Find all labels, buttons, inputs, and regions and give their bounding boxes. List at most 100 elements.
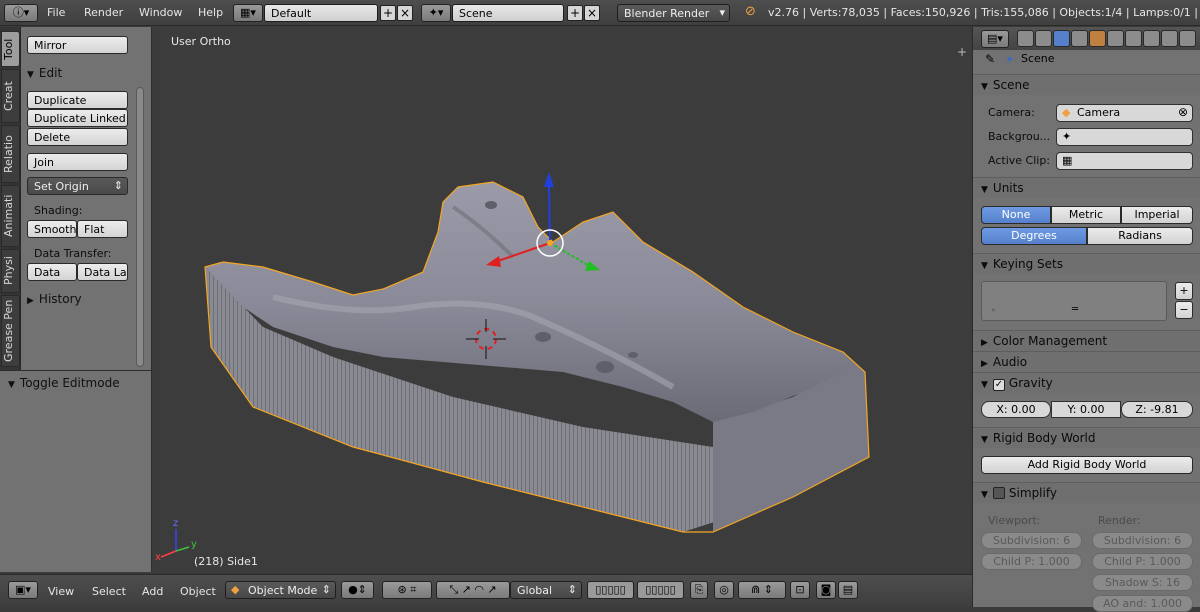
screen-layout-button[interactable]: ▦▾ (233, 4, 263, 22)
render-shadow-samples-field[interactable]: Shadow S: 16 (1092, 574, 1193, 591)
transform-orientation-select[interactable]: Global ⇕ (510, 581, 582, 599)
edit-panel-header[interactable]: ▼ Edit (27, 66, 62, 80)
active-clip-field[interactable]: ▦ (1056, 152, 1193, 170)
manipulator-buttons[interactable]: ⤡ ↗ ◠ ↗ (436, 581, 510, 599)
modifiers-context-icon[interactable] (1125, 30, 1142, 47)
viewport-shading-button[interactable]: ●⇕ (341, 581, 374, 599)
clear-camera-icon[interactable]: ⊗ (1178, 105, 1188, 119)
render-ao-field[interactable]: AO and: 1.000 (1092, 595, 1193, 612)
remove-keying-set-button[interactable]: − (1175, 301, 1193, 319)
list-resize-handle-icon[interactable]: ═ (1072, 304, 1078, 315)
layers-grid-2[interactable]: ▯▯▯▯▯ (637, 581, 684, 599)
gravity-x-field[interactable]: X: 0.00 (981, 401, 1051, 418)
remove-scene-icon[interactable]: × (584, 5, 600, 21)
menu-file[interactable]: File (47, 6, 65, 19)
scene-field[interactable]: Scene (452, 4, 564, 22)
mode-select[interactable]: ◆ Object Mode ⇕ (225, 581, 336, 599)
texture-context-icon[interactable] (1179, 30, 1196, 47)
color-management-section-header[interactable]: ▶ Color Management (973, 330, 1200, 351)
gravity-y-field[interactable]: Y: 0.00 (1051, 401, 1121, 418)
menu-add[interactable]: Add (142, 585, 163, 598)
data-transfer-button[interactable]: Data (27, 263, 77, 281)
viewport-subdivision-field[interactable]: Subdivision: 6 (981, 532, 1082, 549)
layer-lock-button[interactable]: ⎘ (690, 581, 708, 599)
snap-target-button[interactable]: ⊡ (790, 581, 810, 599)
units-imperial-option[interactable]: Imperial (1121, 206, 1193, 224)
layers-grid-1[interactable]: ▯▯▯▯▯ (587, 581, 634, 599)
add-scene-icon[interactable]: + (567, 5, 583, 21)
render-animation-button[interactable]: ▤ (838, 581, 858, 599)
world-context-icon[interactable] (1071, 30, 1088, 47)
constraints-context-icon[interactable] (1107, 30, 1124, 47)
gravity-title: Gravity (1008, 376, 1053, 390)
simplify-checkbox[interactable] (992, 487, 1005, 499)
render-engine-select[interactable]: Blender Render ▾ (617, 4, 730, 22)
render-layers-context-icon[interactable] (1035, 30, 1052, 47)
menu-window[interactable]: Window (139, 6, 182, 19)
viewport-child-particles-field[interactable]: Child P: 1.000 (981, 553, 1082, 570)
units-section-header[interactable]: ▼ Units (973, 177, 1200, 198)
tab-physics[interactable]: Physi (1, 249, 20, 293)
flat-button[interactable]: Flat (77, 220, 128, 238)
3d-viewport[interactable]: User Ortho (218) Side1 + z y x (153, 27, 971, 572)
tool-panel-scrollbar[interactable] (136, 87, 144, 367)
mirror-button[interactable]: Mirror (27, 36, 128, 54)
keying-sets-section-header[interactable]: ▼ Keying Sets (973, 253, 1200, 274)
camera-field[interactable]: ◆ Camera ⊗ (1056, 104, 1193, 122)
angle-degrees-option[interactable]: Degrees (981, 227, 1087, 245)
render-subdivision-field[interactable]: Subdivision: 6 (1092, 532, 1193, 549)
material-context-icon[interactable] (1161, 30, 1178, 47)
simplify-section-header[interactable]: ▼ Simplify (973, 482, 1200, 503)
duplicate-button[interactable]: Duplicate (27, 91, 128, 109)
tab-relations[interactable]: Relatio (1, 125, 20, 183)
keying-sets-list[interactable]: ◦ ═ (981, 281, 1167, 321)
pivot-point-button[interactable]: ⊛ ⌗ (382, 581, 432, 599)
join-button[interactable]: Join (27, 153, 128, 171)
render-context-icon[interactable] (1017, 30, 1034, 47)
tab-create[interactable]: Creat (1, 69, 20, 123)
tab-animation[interactable]: Animati (1, 185, 20, 247)
proportional-edit-button[interactable]: ◎ (714, 581, 734, 599)
pin-icon[interactable]: ✎ (985, 52, 995, 66)
menu-help[interactable]: Help (198, 6, 223, 19)
delete-button[interactable]: Delete (27, 128, 128, 146)
remove-layout-icon[interactable]: × (397, 5, 413, 21)
history-panel-header[interactable]: ▶ History (27, 292, 82, 306)
render-still-button[interactable]: ◙ (816, 581, 836, 599)
tab-grease-pencil[interactable]: Grease Pen (1, 295, 20, 367)
audio-section-header[interactable]: ▶ Audio (973, 351, 1200, 372)
angle-radians-option[interactable]: Radians (1087, 227, 1193, 245)
snap-button[interactable]: ⋒ ⇕ (738, 581, 786, 599)
scene-section-header[interactable]: ▼ Scene (973, 74, 1200, 95)
background-scene-field[interactable]: ✦ (1056, 128, 1193, 146)
editor-type-info-button[interactable]: ⓘ▾ (4, 4, 38, 22)
menu-view[interactable]: View (48, 585, 74, 598)
tab-tools[interactable]: Tool (1, 31, 20, 67)
units-none-option[interactable]: None (981, 206, 1051, 224)
list-filter-icon[interactable]: ◦ (991, 306, 996, 315)
menu-select[interactable]: Select (92, 585, 126, 598)
gravity-checkbox[interactable]: ✓ (992, 379, 1005, 391)
scene-context-icon[interactable] (1053, 30, 1070, 47)
object-context-icon[interactable] (1089, 30, 1106, 47)
add-rigid-body-world-button[interactable]: Add Rigid Body World (981, 456, 1193, 474)
scene-selector-button[interactable]: ✦▾ (421, 4, 451, 22)
duplicate-linked-button[interactable]: Duplicate Linked (27, 109, 128, 127)
data-layers-button[interactable]: Data La (77, 263, 128, 281)
render-child-particles-field[interactable]: Child P: 1.000 (1092, 553, 1193, 570)
toggle-editmode-header[interactable]: ▼ Toggle Editmode (8, 376, 120, 390)
menu-render[interactable]: Render (84, 6, 123, 19)
units-metric-option[interactable]: Metric (1051, 206, 1121, 224)
add-keying-set-button[interactable]: + (1175, 282, 1193, 300)
gravity-section-header[interactable]: ▼ ✓ Gravity (973, 372, 1200, 393)
gravity-z-field[interactable]: Z: -9.81 (1121, 401, 1193, 418)
menu-object[interactable]: Object (180, 585, 216, 598)
smooth-button[interactable]: Smooth (27, 220, 77, 238)
properties-editor-type-button[interactable]: ▤▾ (981, 30, 1009, 48)
editor-type-button[interactable]: ▣▾ (8, 581, 38, 599)
rigid-body-world-section-header[interactable]: ▼ Rigid Body World (973, 427, 1200, 448)
data-context-icon[interactable] (1143, 30, 1160, 47)
set-origin-select[interactable]: Set Origin ⇕ (27, 177, 128, 195)
screen-layout-field[interactable]: Default (264, 4, 378, 22)
add-layout-icon[interactable]: + (380, 5, 396, 21)
